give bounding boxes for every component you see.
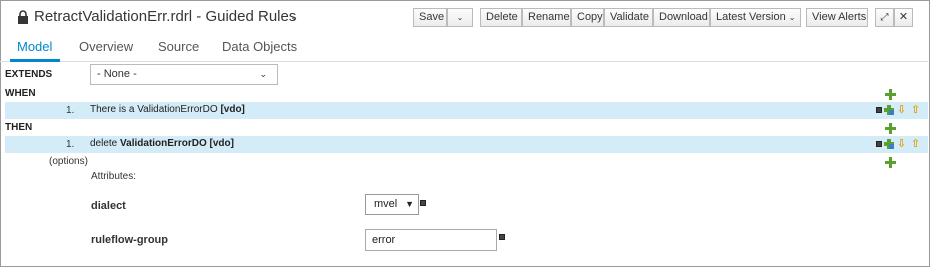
latest-version-dropdown[interactable]: Latest Version ⌄ <box>710 8 801 27</box>
latest-version-label: Latest Version <box>716 11 786 23</box>
then-row-text[interactable]: delete ValidationErrorDO [vdo] <box>90 138 234 149</box>
tab-model[interactable]: Model <box>17 39 52 54</box>
when-pattern-binding: [vdo] <box>220 104 245 115</box>
save-button[interactable]: Save <box>413 8 447 27</box>
add-condition-icon[interactable] <box>885 89 896 100</box>
rename-button[interactable]: Rename <box>522 8 571 27</box>
attribute-name-dialect: dialect <box>91 200 126 212</box>
lock-icon <box>18 10 28 24</box>
copy-button[interactable]: Copy <box>571 8 604 27</box>
when-row-number: 1. <box>66 105 75 116</box>
dialect-select[interactable]: mvel ▼ <box>365 194 419 215</box>
then-label: THEN <box>5 122 33 133</box>
chevron-down-icon: ⌄ <box>788 13 796 22</box>
save-options-dropdown[interactable]: ⌄ <box>447 8 473 27</box>
validate-button[interactable]: Validate <box>604 8 653 27</box>
extends-select[interactable]: - None - ⌄ <box>90 64 278 85</box>
editor-tabs: Model Overview Source Data Objects <box>0 34 928 62</box>
delete-button[interactable]: Delete <box>480 8 522 27</box>
tab-data-objects[interactable]: Data Objects <box>222 39 297 54</box>
download-button[interactable]: Download <box>653 8 710 27</box>
when-label: WHEN <box>5 88 36 99</box>
options-label: (options) <box>49 156 88 167</box>
add-action-icon[interactable] <box>885 123 896 134</box>
attribute-name-ruleflow-group: ruleflow-group <box>91 234 168 246</box>
insert-icon[interactable] <box>884 105 894 115</box>
then-row-number: 1. <box>66 139 75 150</box>
close-button[interactable]: ✕ <box>894 8 913 27</box>
active-tab-indicator <box>10 59 60 62</box>
add-option-icon[interactable] <box>885 157 896 168</box>
remove-action-icon[interactable] <box>876 141 882 147</box>
then-action-target: ValidationErrorDO [vdo] <box>120 138 234 149</box>
insert-icon[interactable] <box>884 139 894 149</box>
expand-icon: ⤢ <box>880 12 889 23</box>
move-down-icon[interactable]: ⇩ <box>897 103 906 116</box>
chevron-down-icon[interactable]: ⌄ <box>290 12 298 23</box>
view-alerts-button[interactable]: View Alerts <box>806 8 868 27</box>
move-up-icon[interactable]: ⇧ <box>911 137 920 150</box>
dialect-value: mvel <box>374 198 398 210</box>
chevron-down-icon: ⌄ <box>456 13 464 22</box>
attributes-label: Attributes: <box>91 171 137 182</box>
then-action-prefix: delete <box>90 138 118 149</box>
remove-attribute-icon[interactable] <box>499 234 505 240</box>
maximize-button[interactable]: ⤢ <box>875 8 894 27</box>
move-up-icon[interactable]: ⇧ <box>911 103 920 116</box>
ruleflow-group-input[interactable]: error <box>365 229 497 251</box>
tab-overview[interactable]: Overview <box>79 39 133 54</box>
dropdown-arrow-icon: ▼ <box>405 199 414 209</box>
tab-source[interactable]: Source <box>158 39 199 54</box>
editor-title[interactable]: RetractValidationErr.rdrl - Guided Rules <box>34 8 296 25</box>
move-down-icon[interactable]: ⇩ <box>897 137 906 150</box>
title-bar: RetractValidationErr.rdrl - Guided Rules… <box>0 0 928 34</box>
extends-value: - None - <box>97 68 137 80</box>
remove-condition-icon[interactable] <box>876 107 882 113</box>
extends-label: EXTENDS <box>5 69 53 80</box>
remove-attribute-icon[interactable] <box>420 200 426 206</box>
when-pattern-text: There is a ValidationErrorDO <box>90 104 218 115</box>
close-icon: ✕ <box>898 11 909 23</box>
when-row-text[interactable]: There is a ValidationErrorDO [vdo] <box>90 104 245 115</box>
chevron-down-icon: ⌄ <box>259 69 267 79</box>
